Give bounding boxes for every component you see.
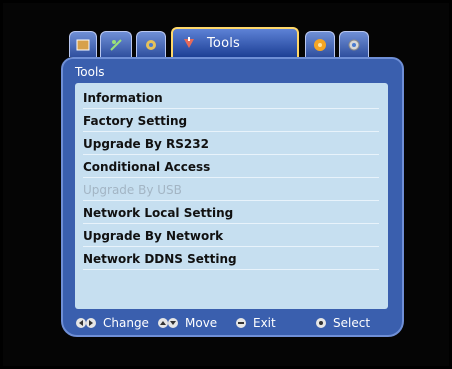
- menu-list: Information Factory Setting Upgrade By R…: [75, 83, 388, 309]
- hint-select-label: Select: [333, 316, 371, 330]
- menu-item-upgrade-network[interactable]: Upgrade By Network: [83, 225, 379, 247]
- hint-change: Change: [75, 316, 149, 330]
- hint-move: Move: [157, 316, 217, 330]
- up-down-arrows-icon: [158, 318, 178, 328]
- panel-title: Tools: [75, 65, 105, 79]
- menu-item-upgrade-rs232[interactable]: Upgrade By RS232: [83, 133, 379, 155]
- exit-button-icon: [236, 318, 246, 328]
- tab-media[interactable]: [305, 31, 335, 57]
- menu-item-information[interactable]: Information: [83, 87, 379, 109]
- hint-exit-label: Exit: [253, 316, 276, 330]
- menu-item-upgrade-usb: Upgrade By USB: [83, 179, 379, 201]
- tab-installation[interactable]: [100, 31, 132, 57]
- hint-exit: Exit: [235, 316, 276, 330]
- hint-move-label: Move: [185, 316, 218, 330]
- gear-icon: [348, 39, 360, 50]
- menu-item-conditional-access[interactable]: Conditional Access: [83, 156, 379, 178]
- hint-select: Select: [315, 316, 370, 330]
- tab-tools-label: Tools: [207, 35, 241, 51]
- globe-icon: [146, 39, 156, 50]
- picture-icon: [76, 39, 90, 50]
- plug-icon: [110, 38, 122, 51]
- tools-panel: Tools Information Factory Setting Upgrad…: [61, 57, 404, 337]
- menu-item-network-local-setting[interactable]: Network Local Setting: [83, 202, 379, 224]
- tab-tools[interactable]: Tools: [171, 27, 299, 57]
- menu-item-network-ddns-setting[interactable]: Network DDNS Setting: [83, 248, 379, 270]
- ok-button-icon: [316, 318, 326, 328]
- menu-item-factory-setting[interactable]: Factory Setting: [83, 110, 379, 132]
- tv-screen: Tools Tools Information Factory Setting …: [3, 3, 449, 366]
- tab-settings[interactable]: [339, 31, 369, 57]
- orange-disc-icon: [314, 38, 326, 51]
- left-right-arrows-icon: [76, 318, 96, 328]
- tab-system[interactable]: [136, 31, 166, 57]
- hint-change-label: Change: [103, 316, 149, 330]
- footer-hints: Change Move Exit Select: [75, 316, 375, 332]
- tools-icon: [184, 37, 194, 48]
- tab-picture[interactable]: [69, 31, 97, 57]
